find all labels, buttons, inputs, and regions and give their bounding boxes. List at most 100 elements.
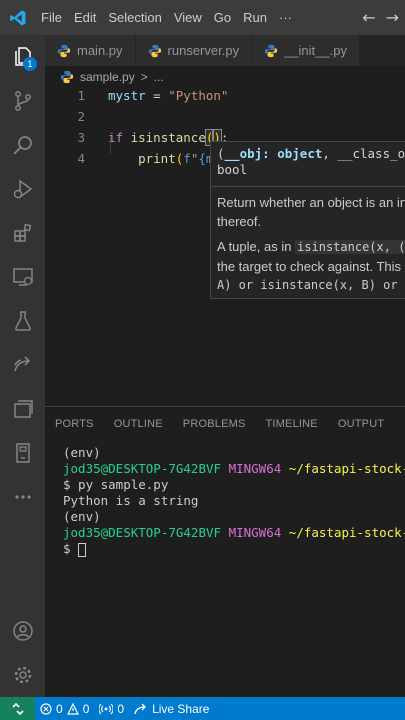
code-token: f xyxy=(183,151,191,166)
more-icon xyxy=(14,495,31,499)
panel-tabs: PORTS OUTLINE PROBLEMS TIMELINE OUTPUT D… xyxy=(45,407,405,441)
warning-icon xyxy=(66,702,79,715)
menu-run[interactable]: Run xyxy=(237,10,273,25)
menu-more[interactable]: ··· xyxy=(273,10,298,25)
live-share-status[interactable]: Live Share xyxy=(129,702,214,716)
line-number: 1 xyxy=(77,88,85,103)
tab-problems[interactable]: PROBLEMS xyxy=(173,418,256,430)
sig-paren: ( xyxy=(217,146,225,161)
remote-explorer-icon xyxy=(12,268,33,286)
tab-label: runserver.py xyxy=(167,43,240,58)
terminal-mingw: MINGW64 xyxy=(228,461,282,476)
python-file-icon xyxy=(264,44,278,57)
tab-outline[interactable]: OUTLINE xyxy=(104,418,173,430)
live-share-icon xyxy=(134,703,147,714)
terminal-user: jod35@DESKTOP-7G42BVF xyxy=(63,525,222,540)
doc-code: isinstance(x, ( xyxy=(295,240,405,254)
activity-manage[interactable] xyxy=(0,653,45,697)
activity-source-control[interactable] xyxy=(0,79,45,123)
line-number: 3 xyxy=(77,130,85,145)
account-icon xyxy=(12,621,33,641)
gear-icon xyxy=(14,666,31,684)
activity-more[interactable] xyxy=(0,475,45,519)
tab-timeline[interactable]: TIMELINE xyxy=(256,418,328,430)
activity-remote-explorer[interactable] xyxy=(0,255,45,299)
doc-line: A) or isinstance(x, B) or xyxy=(217,278,398,292)
doc-line: thereof. xyxy=(217,214,262,229)
code-line-1: mystr = "Python" xyxy=(108,88,228,103)
tab-init-py[interactable]: __init__.py xyxy=(252,35,360,66)
breadcrumb-file[interactable]: sample.py xyxy=(80,70,135,84)
python-file-icon xyxy=(57,44,71,57)
activity-search[interactable] xyxy=(0,123,45,167)
menu-selection[interactable]: Selection xyxy=(102,10,167,25)
run-debug-icon xyxy=(13,179,32,199)
ports-status[interactable]: 0 xyxy=(94,702,129,716)
back-arrow-icon[interactable]: ← xyxy=(362,8,375,27)
terminal[interactable]: (env) jod35@DESKTOP-7G42BVF MINGW64 ~/fa… xyxy=(63,445,405,557)
activity-panel[interactable] xyxy=(0,387,45,431)
terminal-line: (env) xyxy=(63,509,101,524)
live-share-icon xyxy=(13,356,30,372)
menu-file[interactable]: File xyxy=(35,10,68,25)
tab-runserver-py[interactable]: runserver.py xyxy=(135,35,253,66)
tab-label: __init__.py xyxy=(284,43,347,58)
activity-extensions[interactable] xyxy=(0,211,45,255)
menu-go[interactable]: Go xyxy=(208,10,237,25)
terminal-line: $ py sample.py xyxy=(63,477,169,492)
error-count: 0 xyxy=(56,701,63,716)
code-token: mystr xyxy=(108,88,146,103)
line-number: 4 xyxy=(77,151,85,166)
activity-run-debug[interactable] xyxy=(0,167,45,211)
doc-line: A tuple, as in isinstance(x, ( xyxy=(211,237,405,257)
extensions-icon xyxy=(13,223,31,242)
tab-label: main.py xyxy=(77,43,123,58)
doc-text: A tuple, as in xyxy=(217,239,296,254)
menu-view[interactable]: View xyxy=(168,10,208,25)
breadcrumb: sample.py > ... xyxy=(45,66,405,88)
activity-testing[interactable] xyxy=(0,299,45,343)
sig-active-param: __obj: object xyxy=(224,146,323,161)
activity-device[interactable] xyxy=(0,431,45,475)
warning-count: 0 xyxy=(82,701,90,716)
activity-explorer[interactable]: 1 xyxy=(0,35,45,79)
line-number: 2 xyxy=(77,109,85,124)
terminal-line: (env) xyxy=(63,445,101,460)
code-token: "Python" xyxy=(168,88,229,103)
terminal-user: jod35@DESKTOP-7G42BVF xyxy=(63,461,222,476)
windows-icon xyxy=(13,400,33,418)
popup-divider xyxy=(211,186,405,187)
signature-help-popup: (__obj: object, __class_or_ bool Return … xyxy=(210,141,405,299)
tab-main-py[interactable]: main.py xyxy=(45,35,136,66)
device-icon xyxy=(15,443,30,463)
live-share-label: Live Share xyxy=(152,701,210,716)
problems-status[interactable]: 0 0 xyxy=(35,702,94,716)
flask-icon xyxy=(14,311,31,331)
tab-output[interactable]: OUTPUT xyxy=(328,418,394,430)
menu-bar: File Edit Selection View Go Run ··· xyxy=(35,10,298,25)
terminal-path: ~/fastapi-stock-app xyxy=(288,461,405,476)
remote-icon xyxy=(11,702,24,715)
title-bar: File Edit Selection View Go Run ··· ← → xyxy=(0,0,405,35)
return-type: bool xyxy=(217,162,248,177)
terminal-line: jod35@DESKTOP-7G42BVF MINGW64 ~/fastapi-… xyxy=(63,461,405,477)
activity-bar: 1 xyxy=(0,35,45,697)
doc-line: the target to check against. This i xyxy=(217,259,405,274)
code-token: = xyxy=(145,88,169,103)
activity-accounts[interactable] xyxy=(0,609,45,653)
status-bar: 0 0 0 Live Share xyxy=(0,697,405,720)
breadcrumb-more[interactable]: ... xyxy=(154,70,164,84)
remote-indicator[interactable] xyxy=(0,697,35,720)
menu-edit[interactable]: Edit xyxy=(68,10,102,25)
doc-line: Return whether an object is an in xyxy=(217,195,405,210)
terminal-line: Python is a string xyxy=(63,493,199,508)
forward-arrow-icon[interactable]: → xyxy=(386,8,399,27)
bottom-panel: PORTS OUTLINE PROBLEMS TIMELINE OUTPUT D… xyxy=(45,406,405,697)
signature-line: (__obj: object, __class_or_ xyxy=(211,142,405,162)
tab-ports[interactable]: PORTS xyxy=(45,418,104,430)
tab-debug-console[interactable]: DEBU xyxy=(394,418,405,430)
terminal-mingw: MINGW64 xyxy=(228,525,282,540)
activity-live-share[interactable] xyxy=(0,343,45,387)
terminal-path: ~/fastapi-stock-app xyxy=(288,525,405,540)
